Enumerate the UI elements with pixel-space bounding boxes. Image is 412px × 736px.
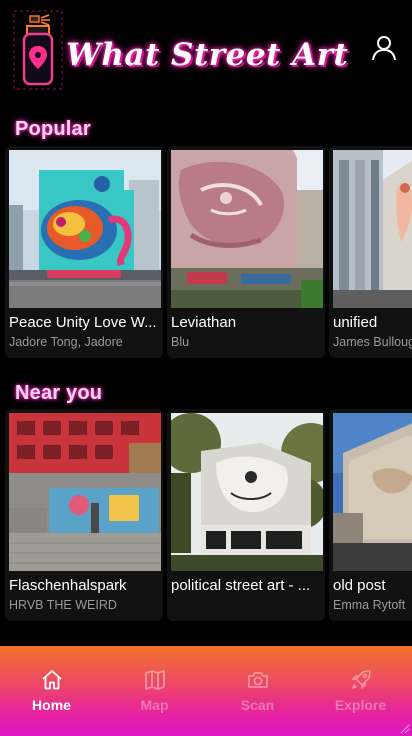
home-icon	[42, 670, 62, 690]
art-thumbnail	[333, 413, 412, 571]
nav-label: Home	[32, 697, 71, 713]
nav-item-explore[interactable]: Explore	[309, 646, 412, 736]
user-icon	[372, 36, 396, 61]
art-title: Flaschenhalspark	[9, 577, 127, 594]
resize-grip-icon[interactable]	[398, 722, 410, 734]
art-card[interactable]: Peace Unity Love W... Jadore Tong, Jador…	[5, 146, 163, 358]
art-title: unified	[333, 314, 378, 331]
art-card[interactable]: unified James Bullough	[329, 146, 412, 358]
art-card[interactable]: political street art - ...	[167, 409, 325, 621]
art-thumbnail	[171, 150, 323, 308]
bottom-navigation: Home Map Scan Explore	[0, 646, 412, 736]
art-artist: Blu	[171, 335, 190, 349]
nav-label: Map	[140, 697, 169, 713]
spray-can-location-icon	[13, 10, 63, 90]
art-artist: HRVB THE WEIRD	[9, 598, 117, 612]
art-title: old post	[333, 577, 386, 594]
near-you-carousel[interactable]: Flaschenhalspark HRVB THE WEIRD politica…	[0, 409, 412, 621]
art-thumbnail	[9, 413, 161, 571]
art-thumbnail	[333, 150, 412, 308]
art-artist: Jadore Tong, Jadore	[9, 335, 123, 349]
app-header: What Street Art	[0, 0, 412, 110]
art-thumbnail	[171, 413, 323, 571]
art-card[interactable]: Flaschenhalspark HRVB THE WEIRD	[5, 409, 163, 621]
art-card[interactable]: old post Emma Rytoft	[329, 409, 412, 621]
section-title-near-you: Near you	[15, 382, 103, 404]
art-artist: James Bullough	[333, 335, 412, 349]
art-card[interactable]: Leviathan Blu	[167, 146, 325, 358]
section-title-popular: Popular	[15, 118, 91, 140]
app-screen: What Street Art Popular Peace Unity Love…	[0, 0, 412, 736]
camera-icon	[248, 672, 268, 688]
rocket-icon	[352, 670, 371, 689]
popular-carousel[interactable]: Peace Unity Love W... Jadore Tong, Jador…	[0, 146, 412, 358]
app-title: What Street Art	[66, 37, 349, 73]
nav-item-home[interactable]: Home	[0, 646, 103, 736]
art-artist: Emma Rytoft	[333, 598, 406, 612]
map-icon	[145, 670, 165, 690]
art-title: Peace Unity Love W...	[9, 314, 157, 331]
nav-label: Explore	[334, 697, 387, 713]
art-title: Leviathan	[171, 314, 237, 331]
nav-label: Scan	[240, 697, 275, 713]
nav-item-map[interactable]: Map	[103, 646, 206, 736]
art-title: political street art - ...	[171, 577, 311, 594]
profile-button[interactable]	[370, 34, 398, 62]
nav-item-scan[interactable]: Scan	[206, 646, 309, 736]
art-thumbnail	[9, 150, 161, 308]
